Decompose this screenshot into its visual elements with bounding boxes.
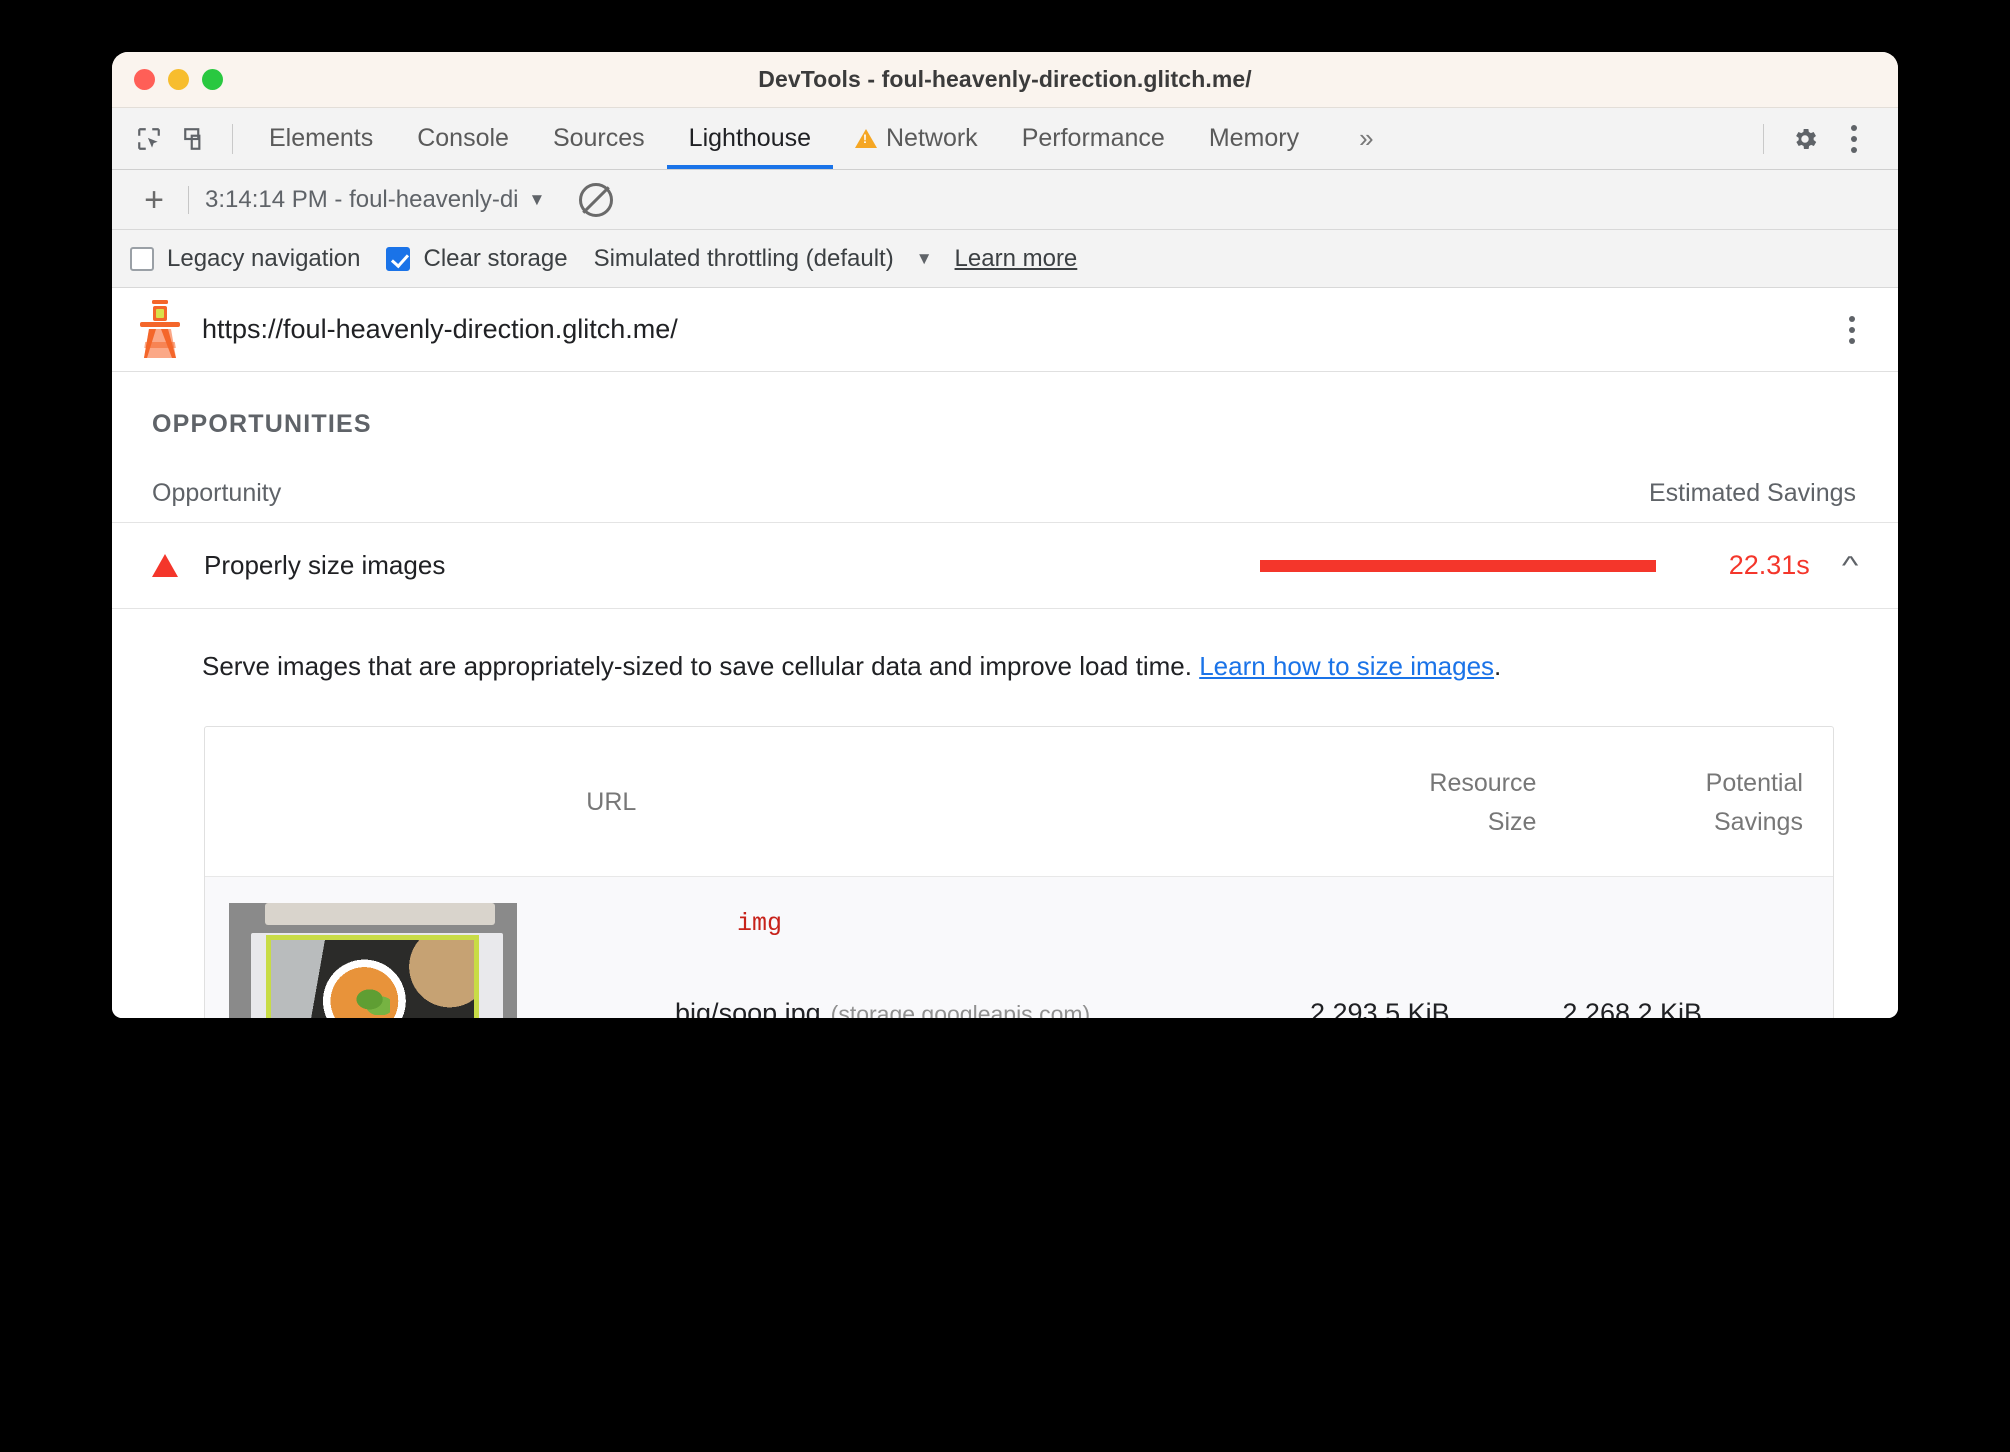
warning-triangle-icon (855, 129, 877, 148)
opportunity-row[interactable]: Properly size images 22.31s ^ (112, 523, 1898, 609)
tab-label: Performance (1021, 124, 1165, 152)
toolbar-divider (188, 185, 189, 214)
tab-performance[interactable]: Performance (1000, 108, 1187, 169)
tab-label: Elements (269, 124, 374, 152)
potential-savings-line2: Savings (1714, 807, 1803, 836)
opportunities-heading: OPPORTUNITIES (152, 410, 372, 438)
window-titlebar: DevTools - foul-heavenly-direction.glitc… (112, 52, 1898, 108)
details-column-potential-savings: Potential Savings (1536, 764, 1803, 842)
chevron-down-icon: ▼ (528, 189, 546, 209)
kebab-menu-icon[interactable] (1832, 117, 1876, 161)
details-column-resource-size: Resource Size (1270, 764, 1537, 842)
window-title: DevTools - foul-heavenly-direction.glitc… (758, 66, 1252, 92)
clear-storage-label: Clear storage (423, 244, 568, 272)
legacy-navigation-checkbox[interactable]: Legacy navigation (130, 245, 360, 273)
no-entry-icon[interactable] (579, 182, 614, 217)
fail-triangle-icon (152, 554, 178, 577)
learn-more-link[interactable]: Learn more (955, 245, 1078, 273)
devtools-tabbar: Elements Console Sources Lighthouse Netw… (112, 108, 1898, 170)
chevron-up-icon[interactable]: ^ (1842, 550, 1858, 581)
column-estimated-savings: Estimated Savings (1648, 479, 1856, 507)
tab-label: Lighthouse (688, 124, 811, 152)
resource-url-cell[interactable]: …big/soop.jpg (storage.googleapis.com) (541, 998, 1197, 1018)
herb-garnish (356, 988, 391, 1015)
resource-size-cell: 2,293.5 KiB (1310, 998, 1450, 1018)
lighthouse-settings-row: Legacy navigation Clear storage Simulate… (112, 230, 1898, 288)
description-period: . (1494, 651, 1502, 681)
gear-icon[interactable] (1782, 117, 1828, 161)
throttling-label: Simulated throttling (default) (593, 244, 894, 272)
lighthouse-report-content: OPPORTUNITIES Opportunity Estimated Savi… (112, 372, 1898, 1018)
tab-label: Console (417, 124, 509, 152)
column-opportunity: Opportunity (152, 479, 282, 507)
resource-size-line1: Resource (1429, 768, 1537, 797)
opportunity-savings-group: 22.31s ^ (1259, 550, 1858, 581)
inspect-element-icon[interactable] (126, 117, 172, 161)
device-toolbar-icon[interactable] (172, 117, 218, 161)
devtools-window: DevTools - foul-heavenly-direction.glitc… (112, 52, 1898, 1018)
more-tabs-button[interactable]: » (1321, 108, 1411, 169)
report-select-value: 3:14:14 PM - foul-heavenly-di (205, 185, 519, 213)
details-table-row: Soop Cozy warm img …big/soop.jpg (storage… (205, 877, 1833, 1018)
throttling-chevron-down-icon[interactable]: ▼ (916, 249, 933, 269)
details-table-card: URL Resource Size Potential Savings img … (204, 726, 1834, 1018)
opportunity-title: Properly size images (204, 550, 446, 580)
opportunities-table-header: Opportunity Estimated Savings (112, 439, 1898, 523)
new-report-button[interactable]: + (130, 178, 178, 222)
soup-screenshot-thumbnail[interactable]: Soop Cozy warm (229, 903, 517, 1018)
report-url: https://foul-heavenly-direction.glitch.m… (202, 314, 678, 344)
resource-url: …big/soop.jpg (648, 998, 821, 1018)
tabbar-actions (1749, 117, 1888, 161)
tab-label: Memory (1208, 124, 1300, 152)
thumbnail-card-top (265, 903, 495, 926)
description-text: Serve images that are appropriately-size… (202, 651, 1192, 681)
chevron-double-right-icon: » (1359, 123, 1374, 153)
size-images-doc-link[interactable]: Learn how to size images (1199, 651, 1494, 681)
soup-photo (271, 940, 474, 1018)
potential-savings-cell: 2,268.2 KiB (1562, 998, 1703, 1018)
report-url-row: https://foul-heavenly-direction.glitch.m… (112, 288, 1898, 372)
tab-lighthouse[interactable]: Lighthouse (666, 108, 834, 169)
element-highlight-box: Soop (266, 935, 479, 1018)
node-tag-label: img (737, 909, 783, 939)
details-column-url: URL (586, 788, 637, 817)
tab-label: Sources (552, 124, 645, 152)
details-table-header: URL Resource Size Potential Savings (205, 727, 1833, 878)
resource-size-line2: Size (1487, 807, 1537, 836)
tab-sources[interactable]: Sources (531, 108, 667, 169)
tabbar-divider (232, 123, 233, 154)
panel-tabs: Elements Console Sources Lighthouse Netw… (247, 108, 1412, 169)
tab-console[interactable]: Console (395, 108, 531, 169)
resource-host: (storage.googleapis.com) (830, 1001, 1091, 1018)
potential-savings-line1: Potential (1705, 768, 1803, 797)
tab-label: Network (886, 124, 978, 152)
tab-memory[interactable]: Memory (1187, 108, 1321, 169)
checkbox-box-checked (386, 246, 411, 271)
lighthouse-icon (140, 299, 180, 358)
legacy-navigation-label: Legacy navigation (167, 244, 361, 272)
details-row-values: …big/soop.jpg (storage.googleapis.com) 2,… (541, 998, 1803, 1018)
report-select[interactable]: 3:14:14 PM - foul-heavenly-di ▼ (205, 186, 545, 214)
tab-network[interactable]: Network (833, 108, 1000, 169)
opportunity-savings-value: 22.31s (1728, 550, 1810, 580)
opportunity-description: Serve images that are appropriately-size… (112, 609, 1898, 684)
tab-elements[interactable]: Elements (247, 108, 395, 169)
details-row-content: img …big/soop.jpg (storage.googleapis.com… (517, 903, 1803, 1018)
report-kebab-menu-icon[interactable] (1830, 308, 1874, 352)
tabbar-actions-divider (1763, 123, 1764, 154)
savings-bar (1259, 559, 1656, 572)
checkbox-box (130, 246, 154, 271)
lighthouse-run-toolbar: + 3:14:14 PM - foul-heavenly-di ▼ (112, 170, 1898, 230)
clear-storage-checkbox[interactable]: Clear storage (386, 244, 568, 273)
